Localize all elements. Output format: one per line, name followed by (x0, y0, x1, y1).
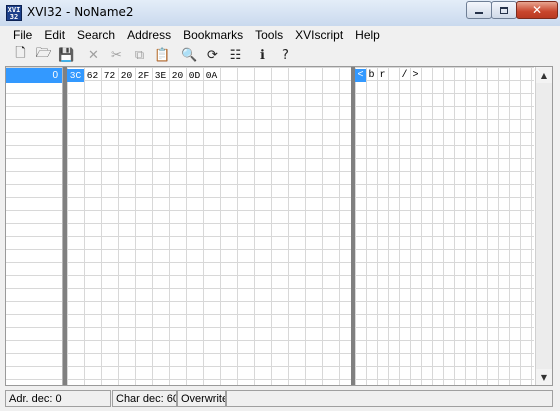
app-window: XVI 32 XVI32 - NoName2 ✕ File Edit Search… (0, 0, 560, 411)
status-char: Char dec: 60 (112, 390, 177, 407)
hex-cell[interactable]: 3C (67, 69, 84, 82)
status-address: Adr. dec: 0 (5, 390, 111, 407)
delete-icon[interactable]: ✕ (82, 45, 105, 65)
maximize-icon (500, 6, 508, 14)
replace-icon[interactable]: ⟳ (201, 45, 224, 65)
menu-address[interactable]: Address (121, 28, 177, 42)
text-cell[interactable] (443, 69, 454, 82)
text-cell[interactable]: > (410, 69, 421, 82)
paste-icon[interactable]: 📋 (151, 45, 174, 65)
text-cell[interactable] (432, 69, 443, 82)
app-icon[interactable]: XVI 32 (6, 5, 22, 21)
save-icon[interactable]: 💾 (55, 45, 78, 65)
cut-icon[interactable]: ✂ (105, 45, 128, 65)
menu-edit[interactable]: Edit (38, 28, 71, 42)
window-title: XVI32 - NoName2 (27, 5, 134, 19)
maximize-button[interactable] (491, 1, 517, 19)
scroll-up-icon[interactable]: ▲ (536, 67, 552, 83)
menu-tools[interactable]: Tools (249, 28, 289, 42)
text-cell[interactable]: < (355, 69, 366, 82)
hex-cell[interactable]: 2F (135, 69, 152, 82)
hex-cell[interactable]: 3E (152, 69, 169, 82)
text-cell[interactable]: / (399, 69, 410, 82)
hex-pane[interactable]: 3C 62 72 20 2F 3E 20 0D 0A (67, 67, 351, 385)
toolbar: 🗋 🗁 💾 ✕ ✂ ⧉ 📋 🔍 ⟳ ☷ ℹ? (0, 44, 560, 66)
close-icon: ✕ (531, 3, 543, 17)
text-cell[interactable]: b (366, 69, 377, 82)
editor-area: 0 3C 62 72 20 2F 3E 20 0D 0A < b r / > ▲ ▼ (5, 66, 553, 386)
copy-icon[interactable]: ⧉ (128, 45, 151, 65)
status-bar: Adr. dec: 0 Char dec: 60 Overwrite (0, 388, 560, 411)
text-pane[interactable]: < b r / > (355, 67, 534, 385)
menu-bookmarks[interactable]: Bookmarks (177, 28, 249, 42)
hex-cell[interactable]: 0A (203, 69, 220, 82)
menu-search[interactable]: Search (71, 28, 121, 42)
context-help-icon[interactable]: ? (274, 45, 297, 65)
status-mode: Overwrite (177, 390, 226, 407)
new-file-icon[interactable]: 🗋 (9, 45, 32, 65)
address-cell[interactable]: 0 (6, 68, 62, 83)
open-folder-icon[interactable]: 🗁 (32, 45, 55, 65)
hex-cell[interactable]: 62 (84, 69, 101, 82)
minimize-icon (475, 12, 483, 14)
minimize-button[interactable] (466, 1, 492, 19)
text-cell[interactable] (421, 69, 432, 82)
info-icon[interactable]: ℹ (251, 45, 274, 65)
scroll-down-icon[interactable]: ▼ (536, 369, 552, 385)
hex-cell[interactable]: 20 (169, 69, 186, 82)
hex-cell[interactable]: 0D (186, 69, 203, 82)
text-cell[interactable]: r (377, 69, 388, 82)
menu-bar: File Edit Search Address Bookmarks Tools… (0, 26, 560, 44)
status-empty (226, 390, 553, 407)
title-bar[interactable]: XVI 32 XVI32 - NoName2 ✕ (0, 0, 560, 26)
address-column: 0 (6, 67, 63, 385)
vertical-scrollbar[interactable]: ▲ ▼ (535, 67, 552, 385)
hex-row: 3C 62 72 20 2F 3E 20 0D 0A (67, 69, 220, 82)
menu-xviscript[interactable]: XVIscript (289, 28, 349, 42)
close-button[interactable]: ✕ (516, 1, 558, 19)
menu-file[interactable]: File (0, 28, 38, 42)
text-row: < b r / > (355, 69, 454, 82)
properties-icon[interactable]: ☷ (224, 45, 247, 65)
hex-cell[interactable]: 72 (101, 69, 118, 82)
menu-help[interactable]: Help (349, 28, 386, 42)
text-cell[interactable] (388, 69, 399, 82)
find-icon[interactable]: 🔍 (178, 45, 201, 65)
hex-cell[interactable]: 20 (118, 69, 135, 82)
